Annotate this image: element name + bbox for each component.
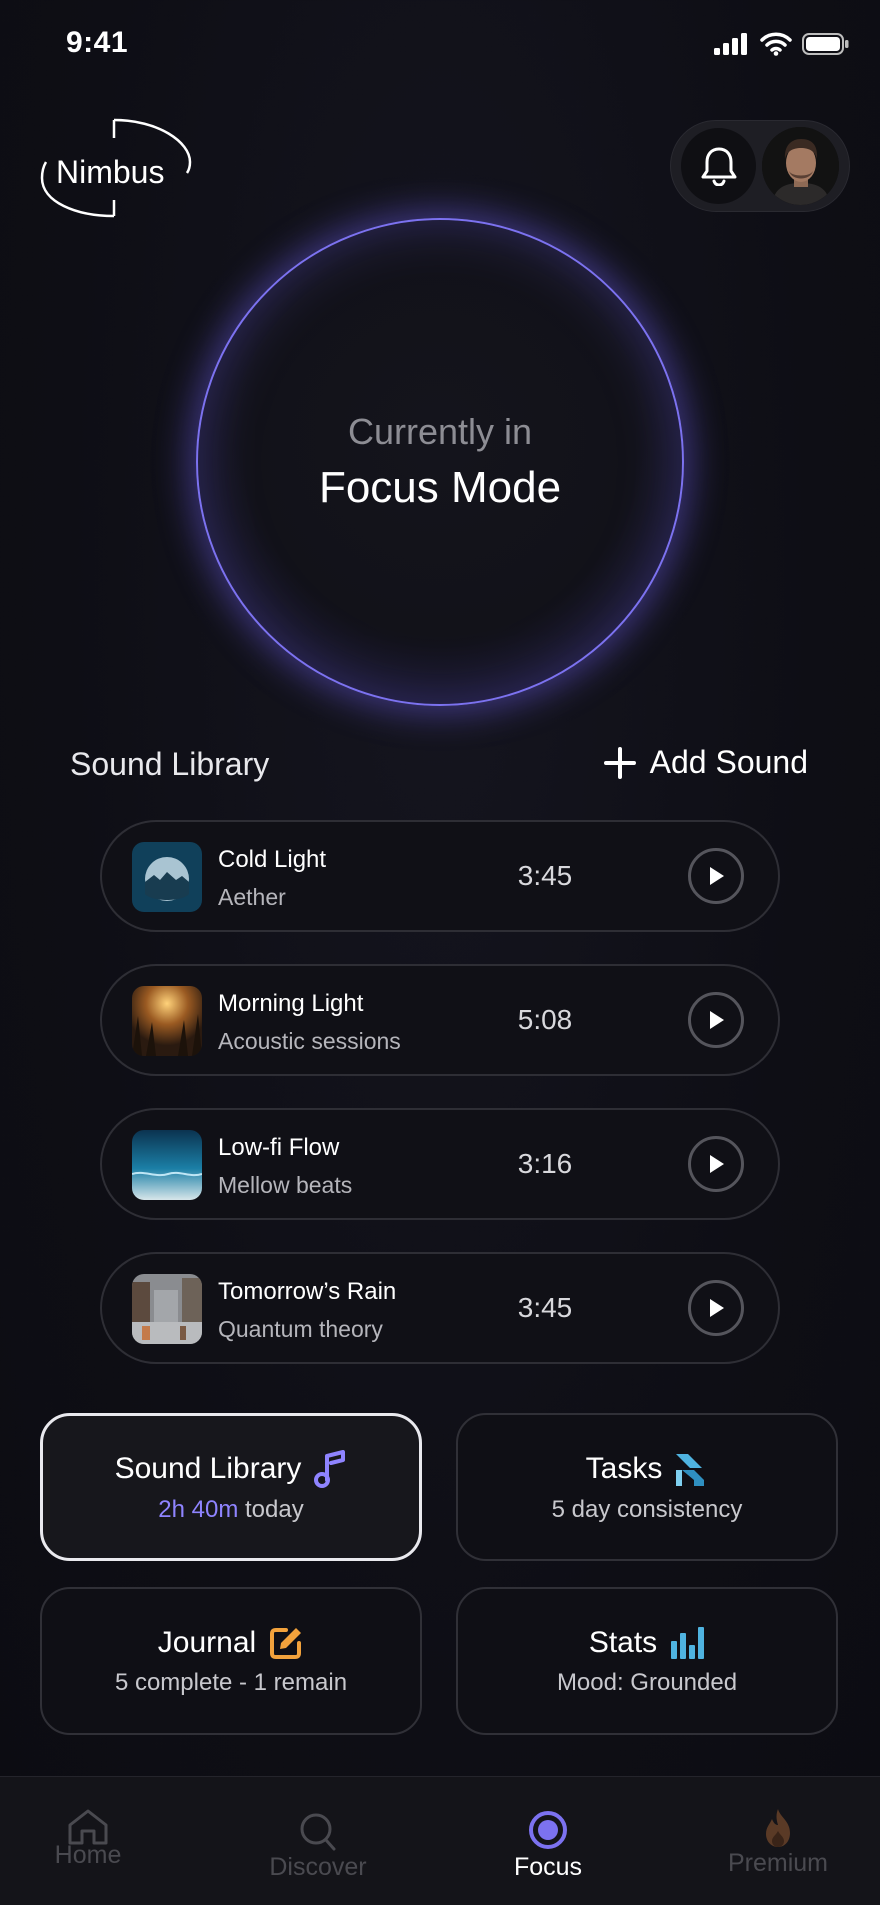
album-art-icon xyxy=(132,986,202,1056)
track-list: Cold Light Aether 3:45 Morning Light Aco… xyxy=(100,820,780,1396)
flame-icon xyxy=(766,1809,790,1847)
stats-card[interactable]: Stats Mood: Grounded xyxy=(456,1587,838,1735)
tab-discover[interactable]: Discover xyxy=(238,1777,398,1905)
tab-label: Premium xyxy=(727,1849,828,1877)
track-artist: Mellow beats xyxy=(218,1172,353,1198)
track-artwork xyxy=(132,1274,202,1344)
play-icon xyxy=(710,867,724,885)
tab-label: Discover xyxy=(269,1853,367,1881)
search-icon xyxy=(300,1813,336,1851)
tab-label: Focus xyxy=(513,1853,583,1881)
listen-time: 2h 40m xyxy=(158,1496,239,1523)
status-bar: 9:41 xyxy=(0,0,880,90)
play-button[interactable] xyxy=(688,992,744,1048)
tab-premium[interactable]: Premium xyxy=(698,1777,858,1905)
track-artist: Acoustic sessions xyxy=(218,1028,401,1054)
tab-focus[interactable]: Focus xyxy=(468,1777,628,1905)
user-avatar-icon xyxy=(762,127,839,205)
cellular-signal-icon xyxy=(714,33,747,55)
tasks-chevron-icon xyxy=(676,1454,705,1486)
track-artwork xyxy=(132,1130,202,1200)
music-note-icon xyxy=(314,1450,346,1488)
notifications-button[interactable] xyxy=(681,128,757,204)
status-icons xyxy=(714,32,850,56)
track-title: Cold Light xyxy=(218,846,327,873)
status-time: 9:41 xyxy=(66,26,129,59)
card-subtitle: 2h 40m today xyxy=(158,1496,303,1524)
track-artwork xyxy=(132,986,202,1056)
tab-home[interactable]: Home xyxy=(8,1777,168,1905)
track-item[interactable]: Tomorrow’s Rain Quantum theory 3:45 xyxy=(100,1252,780,1364)
bar-chart-icon xyxy=(671,1627,705,1659)
card-title: Stats xyxy=(588,1626,658,1659)
battery-icon xyxy=(802,33,849,55)
card-header: Sound Library xyxy=(115,1450,348,1488)
card-title: Sound Library xyxy=(114,1452,302,1485)
bell-icon xyxy=(701,147,736,186)
card-header: Tasks xyxy=(586,1450,709,1488)
tab-label: Home xyxy=(54,1841,122,1869)
track-title: Tomorrow’s Rain xyxy=(218,1278,397,1305)
focus-title: Focus Mode xyxy=(318,463,562,512)
play-icon xyxy=(710,1011,724,1029)
track-title: Morning Light xyxy=(218,990,364,1017)
journal-card[interactable]: Journal 5 complete - 1 remain xyxy=(40,1587,422,1735)
track-title: Low-fi Flow xyxy=(218,1134,340,1161)
wifi-icon xyxy=(760,32,792,56)
track-artwork xyxy=(132,842,202,912)
add-sound-label: Add Sound xyxy=(649,744,808,780)
edit-icon xyxy=(270,1628,302,1659)
track-duration: 3:45 xyxy=(517,860,573,891)
tab-bar: Home Discover Focus Premium xyxy=(0,1776,880,1905)
sound-library-title: Sound Library xyxy=(70,746,270,782)
card-subtitle: 5 day consistency xyxy=(551,1496,743,1523)
add-sound-button[interactable]: Add Sound xyxy=(603,744,808,781)
track-duration: 3:45 xyxy=(517,1292,573,1323)
card-title: Journal xyxy=(157,1626,257,1659)
play-icon xyxy=(710,1299,724,1317)
album-art-icon xyxy=(132,1130,202,1200)
focus-subtitle: Currently in xyxy=(347,411,533,452)
logo-text: Nimbus xyxy=(56,154,165,190)
card-title: Tasks xyxy=(585,1452,663,1485)
tasks-card[interactable]: Tasks 5 day consistency xyxy=(456,1413,838,1561)
album-art-icon xyxy=(132,842,202,912)
track-artist: Aether xyxy=(218,884,286,910)
header-actions xyxy=(670,120,850,212)
sound-library-card[interactable]: Sound Library 2h 40m today xyxy=(40,1413,422,1561)
focus-mode-orb[interactable]: Currently in Focus Mode xyxy=(196,218,684,706)
track-item[interactable]: Low-fi Flow Mellow beats 3:16 xyxy=(100,1108,780,1220)
track-item[interactable]: Morning Light Acoustic sessions 5:08 xyxy=(100,964,780,1076)
card-subtitle: 5 complete - 1 remain xyxy=(114,1669,348,1696)
avatar[interactable] xyxy=(762,127,839,205)
focus-icon xyxy=(529,1811,567,1849)
track-item[interactable]: Cold Light Aether 3:45 xyxy=(100,820,780,932)
card-header: Journal xyxy=(158,1625,304,1661)
track-duration: 3:16 xyxy=(517,1148,573,1179)
card-header: Stats xyxy=(589,1625,705,1661)
track-duration: 5:08 xyxy=(517,1004,573,1035)
track-artist: Quantum theory xyxy=(218,1316,383,1342)
play-button[interactable] xyxy=(688,848,744,904)
play-button[interactable] xyxy=(688,1280,744,1336)
nimbus-logo: Nimbus xyxy=(38,118,193,218)
album-art-icon xyxy=(132,1274,202,1344)
play-button[interactable] xyxy=(688,1136,744,1192)
card-subtitle: Mood: Grounded xyxy=(556,1669,738,1696)
listen-time-suffix: today xyxy=(238,1496,304,1523)
play-icon xyxy=(710,1155,724,1173)
plus-icon xyxy=(603,746,636,779)
